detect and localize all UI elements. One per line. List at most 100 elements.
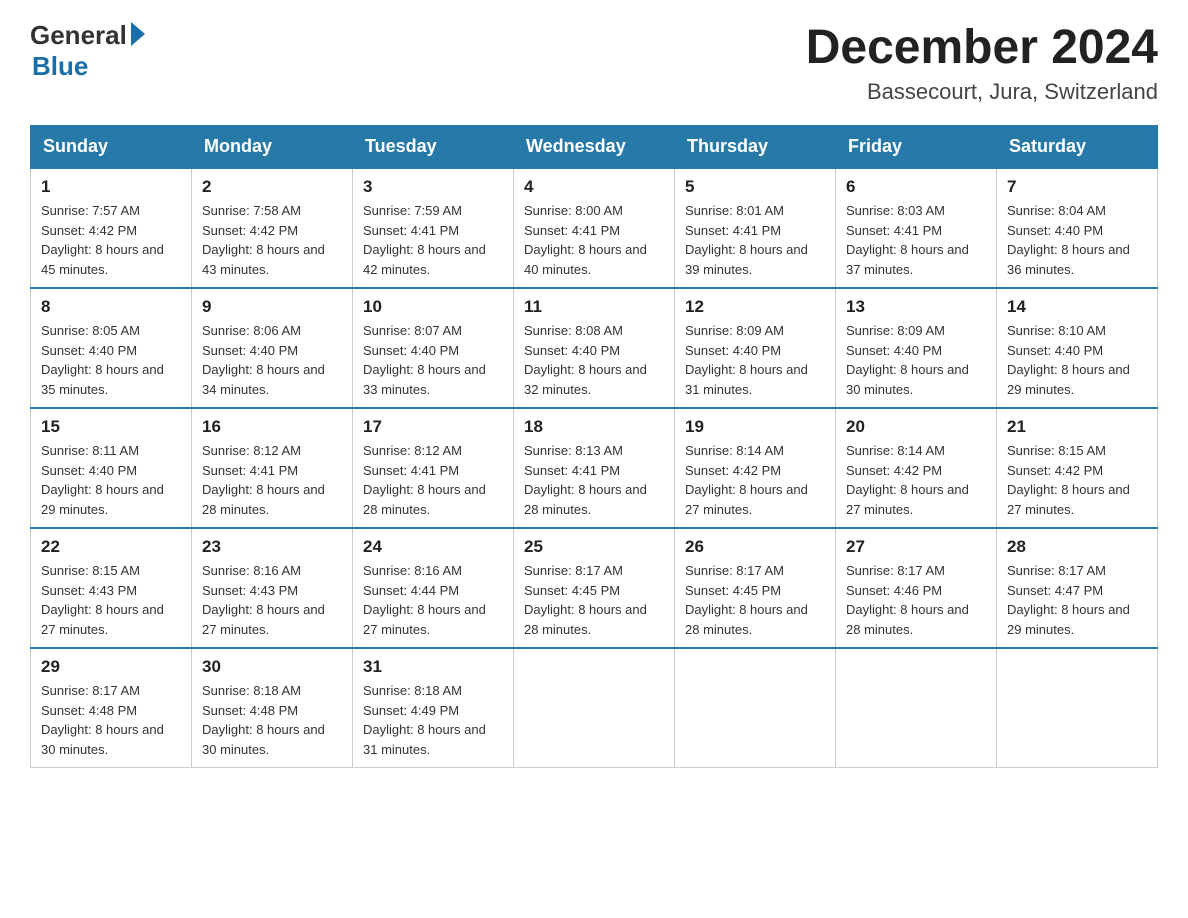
day-number: 19: [685, 417, 825, 437]
day-number: 23: [202, 537, 342, 557]
day-number: 12: [685, 297, 825, 317]
day-number: 27: [846, 537, 986, 557]
day-info: Sunrise: 8:18 AMSunset: 4:49 PMDaylight:…: [363, 681, 503, 759]
day-number: 30: [202, 657, 342, 677]
table-cell: 30 Sunrise: 8:18 AMSunset: 4:48 PMDaylig…: [192, 648, 353, 768]
day-info: Sunrise: 8:00 AMSunset: 4:41 PMDaylight:…: [524, 201, 664, 279]
day-info: Sunrise: 8:11 AMSunset: 4:40 PMDaylight:…: [41, 441, 181, 519]
table-cell: 5 Sunrise: 8:01 AMSunset: 4:41 PMDayligh…: [675, 168, 836, 288]
day-number: 24: [363, 537, 503, 557]
page-header: General Blue December 2024 Bassecourt, J…: [30, 20, 1158, 105]
table-cell: 20 Sunrise: 8:14 AMSunset: 4:42 PMDaylig…: [836, 408, 997, 528]
day-number: 18: [524, 417, 664, 437]
table-cell: 7 Sunrise: 8:04 AMSunset: 4:40 PMDayligh…: [997, 168, 1158, 288]
week-row-4: 22 Sunrise: 8:15 AMSunset: 4:43 PMDaylig…: [31, 528, 1158, 648]
day-info: Sunrise: 8:03 AMSunset: 4:41 PMDaylight:…: [846, 201, 986, 279]
day-number: 9: [202, 297, 342, 317]
week-row-3: 15 Sunrise: 8:11 AMSunset: 4:40 PMDaylig…: [31, 408, 1158, 528]
table-cell: 1 Sunrise: 7:57 AMSunset: 4:42 PMDayligh…: [31, 168, 192, 288]
table-cell: 3 Sunrise: 7:59 AMSunset: 4:41 PMDayligh…: [353, 168, 514, 288]
calendar-header-row: Sunday Monday Tuesday Wednesday Thursday…: [31, 126, 1158, 169]
day-info: Sunrise: 8:13 AMSunset: 4:41 PMDaylight:…: [524, 441, 664, 519]
day-number: 29: [41, 657, 181, 677]
day-info: Sunrise: 8:01 AMSunset: 4:41 PMDaylight:…: [685, 201, 825, 279]
day-info: Sunrise: 8:09 AMSunset: 4:40 PMDaylight:…: [685, 321, 825, 399]
day-info: Sunrise: 8:04 AMSunset: 4:40 PMDaylight:…: [1007, 201, 1147, 279]
week-row-5: 29 Sunrise: 8:17 AMSunset: 4:48 PMDaylig…: [31, 648, 1158, 768]
logo-blue-text: Blue: [32, 51, 88, 82]
day-info: Sunrise: 8:17 AMSunset: 4:45 PMDaylight:…: [524, 561, 664, 639]
day-info: Sunrise: 8:05 AMSunset: 4:40 PMDaylight:…: [41, 321, 181, 399]
day-number: 28: [1007, 537, 1147, 557]
week-row-2: 8 Sunrise: 8:05 AMSunset: 4:40 PMDayligh…: [31, 288, 1158, 408]
day-info: Sunrise: 8:16 AMSunset: 4:43 PMDaylight:…: [202, 561, 342, 639]
table-cell: 19 Sunrise: 8:14 AMSunset: 4:42 PMDaylig…: [675, 408, 836, 528]
header-wednesday: Wednesday: [514, 126, 675, 169]
header-sunday: Sunday: [31, 126, 192, 169]
logo: General Blue: [30, 20, 145, 82]
day-info: Sunrise: 8:14 AMSunset: 4:42 PMDaylight:…: [846, 441, 986, 519]
logo-arrow-icon: [131, 22, 145, 46]
day-info: Sunrise: 8:15 AMSunset: 4:43 PMDaylight:…: [41, 561, 181, 639]
table-cell: 2 Sunrise: 7:58 AMSunset: 4:42 PMDayligh…: [192, 168, 353, 288]
day-number: 22: [41, 537, 181, 557]
day-number: 26: [685, 537, 825, 557]
day-number: 14: [1007, 297, 1147, 317]
day-info: Sunrise: 8:17 AMSunset: 4:48 PMDaylight:…: [41, 681, 181, 759]
table-cell: [997, 648, 1158, 768]
table-cell: [514, 648, 675, 768]
calendar-table: Sunday Monday Tuesday Wednesday Thursday…: [30, 125, 1158, 768]
table-cell: 14 Sunrise: 8:10 AMSunset: 4:40 PMDaylig…: [997, 288, 1158, 408]
day-info: Sunrise: 8:16 AMSunset: 4:44 PMDaylight:…: [363, 561, 503, 639]
day-info: Sunrise: 8:17 AMSunset: 4:47 PMDaylight:…: [1007, 561, 1147, 639]
day-info: Sunrise: 7:59 AMSunset: 4:41 PMDaylight:…: [363, 201, 503, 279]
header-thursday: Thursday: [675, 126, 836, 169]
day-number: 15: [41, 417, 181, 437]
header-saturday: Saturday: [997, 126, 1158, 169]
day-info: Sunrise: 8:17 AMSunset: 4:46 PMDaylight:…: [846, 561, 986, 639]
day-info: Sunrise: 8:06 AMSunset: 4:40 PMDaylight:…: [202, 321, 342, 399]
table-cell: 11 Sunrise: 8:08 AMSunset: 4:40 PMDaylig…: [514, 288, 675, 408]
table-cell: [675, 648, 836, 768]
table-cell: 31 Sunrise: 8:18 AMSunset: 4:49 PMDaylig…: [353, 648, 514, 768]
day-number: 7: [1007, 177, 1147, 197]
day-number: 17: [363, 417, 503, 437]
table-cell: 15 Sunrise: 8:11 AMSunset: 4:40 PMDaylig…: [31, 408, 192, 528]
header-tuesday: Tuesday: [353, 126, 514, 169]
day-number: 5: [685, 177, 825, 197]
day-number: 16: [202, 417, 342, 437]
day-number: 1: [41, 177, 181, 197]
day-info: Sunrise: 8:17 AMSunset: 4:45 PMDaylight:…: [685, 561, 825, 639]
day-number: 3: [363, 177, 503, 197]
table-cell: 8 Sunrise: 8:05 AMSunset: 4:40 PMDayligh…: [31, 288, 192, 408]
header-monday: Monday: [192, 126, 353, 169]
table-cell: 26 Sunrise: 8:17 AMSunset: 4:45 PMDaylig…: [675, 528, 836, 648]
week-row-1: 1 Sunrise: 7:57 AMSunset: 4:42 PMDayligh…: [31, 168, 1158, 288]
table-cell: 10 Sunrise: 8:07 AMSunset: 4:40 PMDaylig…: [353, 288, 514, 408]
day-number: 13: [846, 297, 986, 317]
table-cell: 25 Sunrise: 8:17 AMSunset: 4:45 PMDaylig…: [514, 528, 675, 648]
day-info: Sunrise: 8:12 AMSunset: 4:41 PMDaylight:…: [202, 441, 342, 519]
day-number: 21: [1007, 417, 1147, 437]
header-friday: Friday: [836, 126, 997, 169]
table-cell: 22 Sunrise: 8:15 AMSunset: 4:43 PMDaylig…: [31, 528, 192, 648]
table-cell: 16 Sunrise: 8:12 AMSunset: 4:41 PMDaylig…: [192, 408, 353, 528]
day-info: Sunrise: 8:15 AMSunset: 4:42 PMDaylight:…: [1007, 441, 1147, 519]
month-title: December 2024: [806, 20, 1158, 75]
table-cell: 18 Sunrise: 8:13 AMSunset: 4:41 PMDaylig…: [514, 408, 675, 528]
table-cell: 28 Sunrise: 8:17 AMSunset: 4:47 PMDaylig…: [997, 528, 1158, 648]
day-info: Sunrise: 8:18 AMSunset: 4:48 PMDaylight:…: [202, 681, 342, 759]
day-info: Sunrise: 8:08 AMSunset: 4:40 PMDaylight:…: [524, 321, 664, 399]
day-info: Sunrise: 7:58 AMSunset: 4:42 PMDaylight:…: [202, 201, 342, 279]
table-cell: 27 Sunrise: 8:17 AMSunset: 4:46 PMDaylig…: [836, 528, 997, 648]
day-number: 10: [363, 297, 503, 317]
day-number: 25: [524, 537, 664, 557]
table-cell: [836, 648, 997, 768]
day-number: 20: [846, 417, 986, 437]
table-cell: 6 Sunrise: 8:03 AMSunset: 4:41 PMDayligh…: [836, 168, 997, 288]
day-info: Sunrise: 8:12 AMSunset: 4:41 PMDaylight:…: [363, 441, 503, 519]
day-number: 4: [524, 177, 664, 197]
logo-general-text: General: [30, 20, 127, 51]
table-cell: 13 Sunrise: 8:09 AMSunset: 4:40 PMDaylig…: [836, 288, 997, 408]
table-cell: 17 Sunrise: 8:12 AMSunset: 4:41 PMDaylig…: [353, 408, 514, 528]
